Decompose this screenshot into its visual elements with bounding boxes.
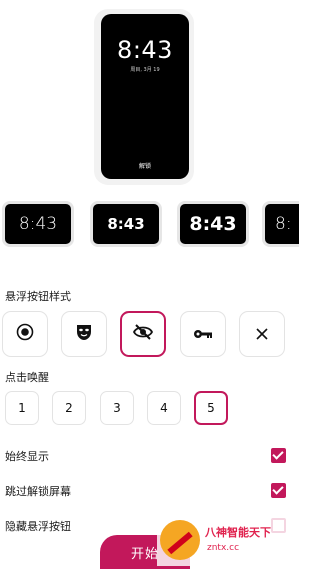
watermark-title: 八神智能天下 [205,526,271,539]
clock-style-sample: 8:43 [107,215,145,233]
tap-count-option-5[interactable]: 5 [194,391,228,425]
clock-style-sample: 8:43 [189,213,237,235]
tap-count-option-1[interactable]: 1 [5,391,39,425]
toggle-label: 始终显示 [5,450,49,463]
toggle-row-skip-lockscreen[interactable]: 跳过解锁屏幕 [5,482,290,500]
phone-preview: 8:43 周目, 3月 19 解锁 [101,14,189,179]
mask-icon [75,323,93,345]
toggle-label: 跳过解锁屏幕 [5,485,71,498]
button-style-option-5[interactable] [239,311,285,357]
watermark-subtitle: zntx.cc [207,543,240,553]
always-show-checkbox[interactable] [271,448,286,463]
clock-style-sample: 8: [275,214,292,234]
toggle-label: 隐藏悬浮按钮 [5,520,71,533]
key-icon [193,325,213,344]
clock-style-option-3[interactable]: 8:43 [177,201,249,247]
radio-dot-icon [16,323,34,345]
preview-date: 周目, 3月 19 [130,67,160,73]
tap-count-option-4[interactable]: 4 [147,391,181,425]
section-tap-wake: 点击唤醒 [5,371,49,384]
tap-count-option-3[interactable]: 3 [100,391,134,425]
close-icon [256,325,268,344]
button-style-option-3[interactable] [120,311,166,357]
button-style-option-2[interactable] [61,311,107,357]
clock-style-option-4[interactable]: 8: [262,201,299,247]
clock-style-option-1[interactable]: 8:43 [2,201,74,247]
button-style-option-4[interactable] [180,311,226,357]
eye-off-icon [132,323,154,345]
toggle-row-always-show[interactable]: 始终显示 [5,447,290,465]
preview-time: 8:43 [117,36,173,64]
skip-lockscreen-checkbox[interactable] [271,483,286,498]
watermark-logo-icon [160,520,200,560]
section-button-style: 悬浮按钮样式 [5,290,71,303]
clock-style-sample: 8:43 [18,214,58,234]
button-style-option-1[interactable] [2,311,48,357]
tap-count-option-2[interactable]: 2 [52,391,86,425]
preview-unlock-label: 解锁 [138,163,151,170]
preview-card: 8:43 周目, 3月 19 解锁 [94,9,194,185]
clock-style-option-2[interactable]: 8:43 [90,201,162,247]
watermark: 八神智能天下 zntx.cc [157,516,296,566]
